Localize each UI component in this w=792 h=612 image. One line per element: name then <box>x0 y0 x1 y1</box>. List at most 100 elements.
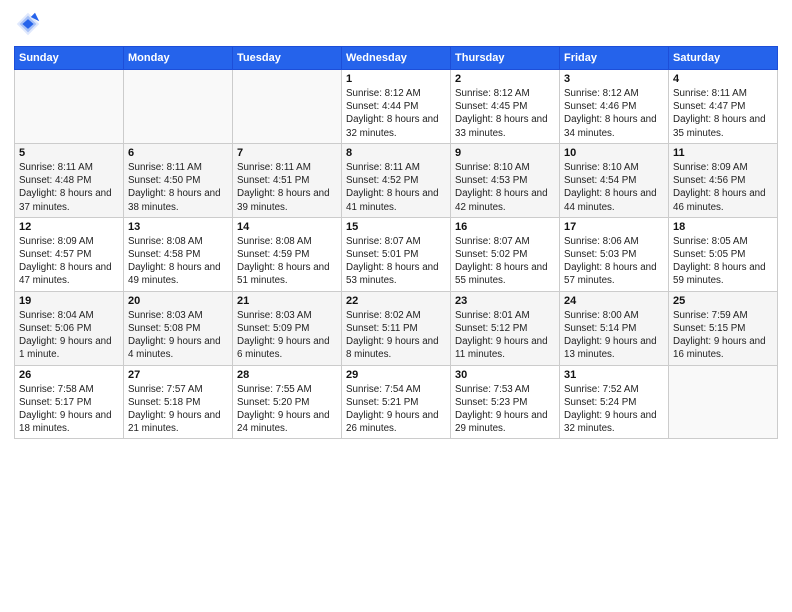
day-info: Sunrise: 8:11 AM Sunset: 4:47 PM Dayligh… <box>673 87 773 140</box>
day-number: 9 <box>455 147 555 159</box>
day-cell: 31 Sunrise: 7:52 AM Sunset: 5:24 PM Dayli… <box>560 365 669 439</box>
day-number: 6 <box>128 147 228 159</box>
day-cell: 29Sunrise: 7:54 AM Sunset: 5:21 PM Dayli… <box>342 365 451 439</box>
day-cell: 22 Sunrise: 8:02 AM Sunset: 5:11 PM Dayli… <box>342 291 451 365</box>
header <box>14 10 778 38</box>
day-number: 22 <box>346 295 446 307</box>
day-info: Sunrise: 7:59 AM Sunset: 5:15 PM Dayligh… <box>673 309 773 362</box>
weekday-header-sunday: Sunday <box>15 47 124 70</box>
day-info: Sunrise: 8:10 AM Sunset: 4:54 PM Dayligh… <box>564 161 664 214</box>
day-number: 2 <box>455 73 555 85</box>
weekday-header-thursday: Thursday <box>451 47 560 70</box>
day-info: Sunrise: 7:53 AM Sunset: 5:23 PM Dayligh… <box>455 383 555 436</box>
day-number: 14 <box>237 221 337 233</box>
day-cell: 25 Sunrise: 7:59 AM Sunset: 5:15 PM Dayli… <box>669 291 778 365</box>
day-info: Sunrise: 8:11 AM Sunset: 4:48 PM Dayligh… <box>19 161 119 214</box>
day-info: Sunrise: 8:08 AM Sunset: 4:58 PM Dayligh… <box>128 235 228 288</box>
day-info: Sunrise: 8:12 AM Sunset: 4:44 PM Dayligh… <box>346 87 446 140</box>
weekday-header-wednesday: Wednesday <box>342 47 451 70</box>
day-cell: 8Sunrise: 8:11 AM Sunset: 4:52 PM Daylig… <box>342 143 451 217</box>
day-info: Sunrise: 8:04 AM Sunset: 5:06 PM Dayligh… <box>19 309 119 362</box>
day-cell: 12Sunrise: 8:09 AM Sunset: 4:57 PM Dayli… <box>15 217 124 291</box>
day-info: Sunrise: 8:08 AM Sunset: 4:59 PM Dayligh… <box>237 235 337 288</box>
day-info: Sunrise: 8:03 AM Sunset: 5:09 PM Dayligh… <box>237 309 337 362</box>
day-cell: 21 Sunrise: 8:03 AM Sunset: 5:09 PM Dayli… <box>233 291 342 365</box>
day-cell: 19Sunrise: 8:04 AM Sunset: 5:06 PM Dayli… <box>15 291 124 365</box>
day-number: 11 <box>673 147 773 159</box>
day-number: 23 <box>455 295 555 307</box>
day-cell: 11 Sunrise: 8:09 AM Sunset: 4:56 PM Dayli… <box>669 143 778 217</box>
calendar-table: SundayMondayTuesdayWednesdayThursdayFrid… <box>14 46 778 439</box>
day-info: Sunrise: 7:58 AM Sunset: 5:17 PM Dayligh… <box>19 383 119 436</box>
weekday-header-tuesday: Tuesday <box>233 47 342 70</box>
day-info: Sunrise: 8:06 AM Sunset: 5:03 PM Dayligh… <box>564 235 664 288</box>
day-number: 25 <box>673 295 773 307</box>
day-number: 21 <box>237 295 337 307</box>
day-info: Sunrise: 8:00 AM Sunset: 5:14 PM Dayligh… <box>564 309 664 362</box>
day-info: Sunrise: 7:57 AM Sunset: 5:18 PM Dayligh… <box>128 383 228 436</box>
day-cell: 28 Sunrise: 7:55 AM Sunset: 5:20 PM Dayli… <box>233 365 342 439</box>
day-info: Sunrise: 8:03 AM Sunset: 5:08 PM Dayligh… <box>128 309 228 362</box>
day-cell: 27 Sunrise: 7:57 AM Sunset: 5:18 PM Dayli… <box>124 365 233 439</box>
weekday-header-row: SundayMondayTuesdayWednesdayThursdayFrid… <box>15 47 778 70</box>
day-info: Sunrise: 8:02 AM Sunset: 5:11 PM Dayligh… <box>346 309 446 362</box>
day-number: 18 <box>673 221 773 233</box>
day-number: 27 <box>128 369 228 381</box>
day-cell <box>669 365 778 439</box>
day-number: 31 <box>564 369 664 381</box>
page-container: SundayMondayTuesdayWednesdayThursdayFrid… <box>0 0 792 445</box>
day-number: 15 <box>346 221 446 233</box>
day-info: Sunrise: 7:55 AM Sunset: 5:20 PM Dayligh… <box>237 383 337 436</box>
day-number: 5 <box>19 147 119 159</box>
day-cell: 14 Sunrise: 8:08 AM Sunset: 4:59 PM Dayli… <box>233 217 342 291</box>
day-number: 26 <box>19 369 119 381</box>
day-info: Sunrise: 8:05 AM Sunset: 5:05 PM Dayligh… <box>673 235 773 288</box>
day-number: 13 <box>128 221 228 233</box>
day-info: Sunrise: 8:07 AM Sunset: 5:01 PM Dayligh… <box>346 235 446 288</box>
day-cell: 9 Sunrise: 8:10 AM Sunset: 4:53 PM Daylig… <box>451 143 560 217</box>
day-cell: 4 Sunrise: 8:11 AM Sunset: 4:47 PM Daylig… <box>669 70 778 144</box>
day-cell <box>15 70 124 144</box>
day-cell: 10 Sunrise: 8:10 AM Sunset: 4:54 PM Dayli… <box>560 143 669 217</box>
day-number: 4 <box>673 73 773 85</box>
day-cell: 17 Sunrise: 8:06 AM Sunset: 5:03 PM Dayli… <box>560 217 669 291</box>
day-cell: 3 Sunrise: 8:12 AM Sunset: 4:46 PM Daylig… <box>560 70 669 144</box>
logo-area <box>14 10 46 38</box>
day-cell: 16 Sunrise: 8:07 AM Sunset: 5:02 PM Dayli… <box>451 217 560 291</box>
day-cell: 15 Sunrise: 8:07 AM Sunset: 5:01 PM Dayli… <box>342 217 451 291</box>
day-info: Sunrise: 8:09 AM Sunset: 4:57 PM Dayligh… <box>19 235 119 288</box>
weekday-header-saturday: Saturday <box>669 47 778 70</box>
day-number: 3 <box>564 73 664 85</box>
day-cell: 18 Sunrise: 8:05 AM Sunset: 5:05 PM Dayli… <box>669 217 778 291</box>
day-number: 29 <box>346 369 446 381</box>
day-info: Sunrise: 7:52 AM Sunset: 5:24 PM Dayligh… <box>564 383 664 436</box>
day-cell <box>124 70 233 144</box>
week-row-1: 1Sunrise: 8:12 AM Sunset: 4:44 PM Daylig… <box>15 70 778 144</box>
week-row-3: 12Sunrise: 8:09 AM Sunset: 4:57 PM Dayli… <box>15 217 778 291</box>
day-info: Sunrise: 8:12 AM Sunset: 4:45 PM Dayligh… <box>455 87 555 140</box>
day-info: Sunrise: 8:12 AM Sunset: 4:46 PM Dayligh… <box>564 87 664 140</box>
day-number: 30 <box>455 369 555 381</box>
day-cell: 23 Sunrise: 8:01 AM Sunset: 5:12 PM Dayli… <box>451 291 560 365</box>
day-number: 16 <box>455 221 555 233</box>
day-info: Sunrise: 8:01 AM Sunset: 5:12 PM Dayligh… <box>455 309 555 362</box>
day-cell: 24 Sunrise: 8:00 AM Sunset: 5:14 PM Dayli… <box>560 291 669 365</box>
day-cell: 2 Sunrise: 8:12 AM Sunset: 4:45 PM Daylig… <box>451 70 560 144</box>
day-number: 17 <box>564 221 664 233</box>
day-info: Sunrise: 8:09 AM Sunset: 4:56 PM Dayligh… <box>673 161 773 214</box>
day-info: Sunrise: 8:11 AM Sunset: 4:50 PM Dayligh… <box>128 161 228 214</box>
week-row-5: 26 Sunrise: 7:58 AM Sunset: 5:17 PM Dayli… <box>15 365 778 439</box>
day-info: Sunrise: 8:11 AM Sunset: 4:52 PM Dayligh… <box>346 161 446 214</box>
day-info: Sunrise: 8:10 AM Sunset: 4:53 PM Dayligh… <box>455 161 555 214</box>
weekday-header-friday: Friday <box>560 47 669 70</box>
day-cell: 20 Sunrise: 8:03 AM Sunset: 5:08 PM Dayli… <box>124 291 233 365</box>
day-cell: 1Sunrise: 8:12 AM Sunset: 4:44 PM Daylig… <box>342 70 451 144</box>
day-number: 28 <box>237 369 337 381</box>
day-number: 24 <box>564 295 664 307</box>
day-cell: 13 Sunrise: 8:08 AM Sunset: 4:58 PM Dayli… <box>124 217 233 291</box>
day-number: 20 <box>128 295 228 307</box>
day-info: Sunrise: 8:07 AM Sunset: 5:02 PM Dayligh… <box>455 235 555 288</box>
logo-icon <box>14 10 42 38</box>
day-number: 10 <box>564 147 664 159</box>
day-cell: 30 Sunrise: 7:53 AM Sunset: 5:23 PM Dayli… <box>451 365 560 439</box>
